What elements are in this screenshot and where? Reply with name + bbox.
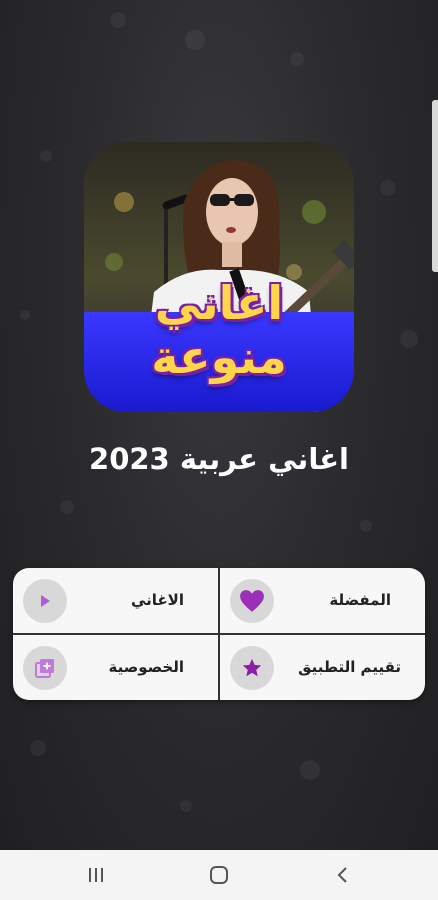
bokeh-dot xyxy=(20,310,30,320)
bokeh-dot xyxy=(180,800,192,812)
bokeh-dot xyxy=(110,12,126,28)
bokeh-dot xyxy=(30,740,46,756)
menu-item-label: المفضلة xyxy=(329,591,391,609)
play-icon-circle xyxy=(23,579,67,623)
main-menu: المفضلة الاغاني تقييم التطبيق الخصوصية xyxy=(13,568,425,700)
play-icon xyxy=(41,595,50,607)
star-icon xyxy=(242,658,262,677)
heart-icon xyxy=(240,590,264,612)
scrollbar-thumb[interactable] xyxy=(432,100,438,272)
album-cover: اغاني منوعة xyxy=(84,142,354,412)
menu-item-songs[interactable]: الاغاني xyxy=(13,568,218,633)
bokeh-dot xyxy=(60,500,74,514)
star-icon-circle xyxy=(230,646,274,690)
cover-title: اغاني منوعة xyxy=(151,276,287,384)
menu-item-label: الخصوصية xyxy=(108,658,184,676)
system-navigation-bar xyxy=(0,850,438,900)
home-button[interactable] xyxy=(189,850,249,900)
add-to-queue-icon xyxy=(35,659,54,678)
bokeh-dot xyxy=(185,30,205,50)
home-icon xyxy=(210,866,228,884)
menu-item-label: تقييم التطبيق xyxy=(298,658,401,676)
bokeh-dot xyxy=(290,52,304,66)
app-screen: اغاني منوعة اغاني عربية 2023 المفضلة الا… xyxy=(0,0,438,900)
bokeh-dot xyxy=(400,330,418,348)
recent-apps-button[interactable] xyxy=(66,850,126,900)
bokeh-dot xyxy=(40,150,52,162)
menu-item-privacy[interactable]: الخصوصية xyxy=(13,635,218,700)
menu-item-favorites[interactable]: المفضلة xyxy=(220,568,425,633)
bokeh-dot xyxy=(360,520,372,532)
bokeh-dot xyxy=(300,760,320,780)
recent-apps-icon xyxy=(89,868,103,882)
back-icon xyxy=(337,867,347,883)
heart-icon-circle xyxy=(230,579,274,623)
add-to-queue-icon-circle xyxy=(23,646,67,690)
menu-item-label: الاغاني xyxy=(131,591,184,609)
app-title: اغاني عربية 2023 xyxy=(89,442,349,476)
bokeh-dot xyxy=(380,180,396,196)
menu-item-rate-app[interactable]: تقييم التطبيق xyxy=(220,635,425,700)
back-button[interactable] xyxy=(312,850,372,900)
